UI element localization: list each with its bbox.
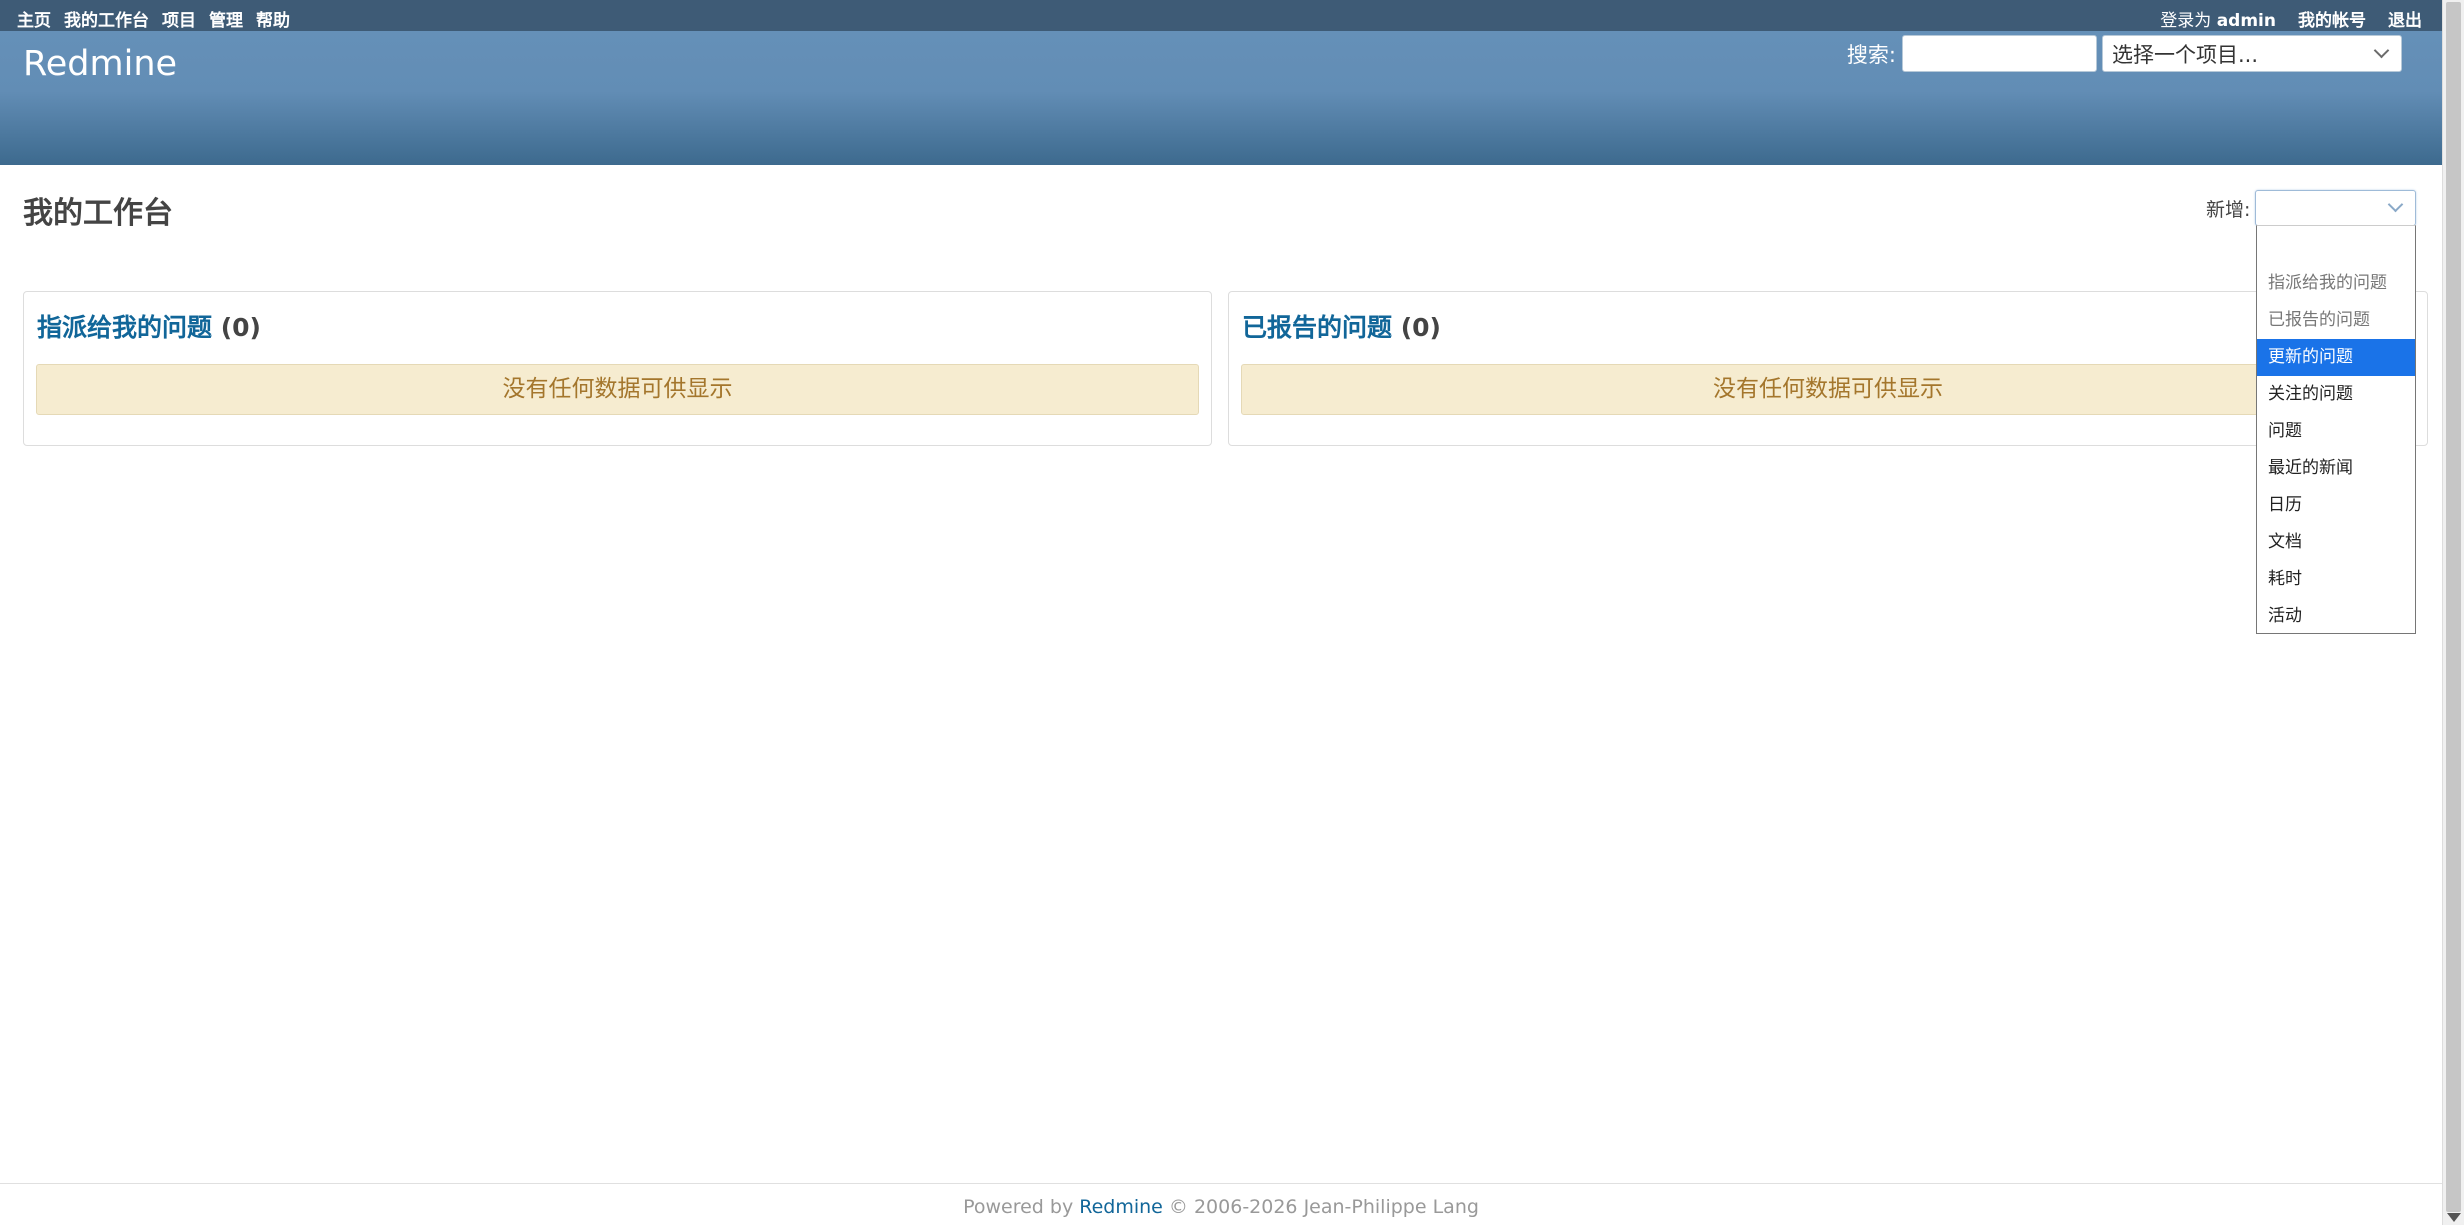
logout-link[interactable]: 退出 (2388, 6, 2422, 31)
dropdown-option-blank[interactable] (2257, 228, 2415, 265)
logged-as: 登录为 admin (2160, 6, 2276, 31)
add-block: 新增: (2206, 190, 2417, 226)
dropdown-option-issues-watched[interactable]: 关注的问题 (2257, 376, 2415, 413)
chevron-down-icon (2373, 42, 2390, 59)
footer-redmine-link[interactable]: Redmine (1079, 1196, 1163, 1218)
add-block-select[interactable] (2255, 190, 2417, 226)
dropdown-option-issues-reported: 已报告的问题 (2268, 310, 2370, 330)
box-title: 已报告的问题 (0) (1242, 308, 1441, 344)
add-block-dropdown-list: 指派给我的问题 已报告的问题 更新的问题 关注的问题 问题 最近的新闻 日历 文… (2256, 225, 2416, 634)
dropdown-option-timelog[interactable]: 耗时 (2257, 561, 2415, 598)
dropdown-option-activity[interactable]: 活动 (2257, 598, 2415, 635)
top-menu-my-page[interactable]: 我的工作台 (64, 6, 149, 31)
logged-as-label: 登录为 (2160, 11, 2212, 31)
dropdown-option-issues-assigned: 指派给我的问题 (2268, 273, 2387, 293)
top-menu: 主页 我的工作台 项目 管理 帮助 登录为 admin 我的帐号 退出 (0, 0, 2442, 31)
issues-assigned-box: 指派给我的问题 (0) 没有任何数据可供显示 (23, 291, 1212, 446)
top-menu-projects[interactable]: 项目 (162, 6, 196, 31)
issues-assigned-link[interactable]: 指派给我的问题 (37, 313, 212, 342)
top-menu-home[interactable]: 主页 (17, 6, 51, 31)
top-menu-nav: 主页 我的工作台 项目 管理 帮助 (17, 6, 290, 31)
dropdown-option-documents[interactable]: 文档 (2257, 524, 2415, 561)
chevron-down-icon (2388, 196, 2404, 213)
issues-reported-link[interactable]: 已报告的问题 (1242, 313, 1392, 342)
vertical-scrollbar[interactable] (2442, 0, 2464, 1225)
issues-assigned-count: (0) (220, 313, 261, 342)
site-title[interactable]: Redmine (23, 44, 177, 84)
footer-prefix: Powered by (963, 1196, 1074, 1218)
dropdown-option-news[interactable]: 最近的新闻 (2257, 450, 2415, 487)
search-label: 搜索: (1846, 42, 1896, 67)
box-title: 指派给我的问题 (0) (37, 308, 261, 344)
project-jump-select[interactable]: 选择一个项目... (2102, 35, 2402, 72)
account-menu: 登录为 admin 我的帐号 退出 (2160, 6, 2422, 31)
scroll-down-arrow-icon[interactable] (2447, 1213, 2461, 1222)
project-jump-label: 选择一个项目... (2112, 42, 2259, 67)
add-block-label: 新增: (2206, 198, 2251, 221)
top-menu-administration[interactable]: 管理 (209, 6, 243, 31)
search-input[interactable] (1902, 35, 2097, 72)
scrollbar-thumb[interactable] (2446, 2, 2461, 1212)
dropdown-option-issues[interactable]: 问题 (2257, 413, 2415, 450)
issues-reported-box: 已报告的问题 (0) 没有任何数据可供显示 (1228, 291, 2428, 446)
nodata-message: 没有任何数据可供显示 (1241, 364, 2415, 415)
dropdown-option-issues-updated[interactable]: 更新的问题 (2257, 339, 2415, 376)
my-account-link[interactable]: 我的帐号 (2298, 6, 2366, 31)
quick-search: 搜索: 选择一个项目... (1847, 35, 2402, 72)
top-menu-help[interactable]: 帮助 (256, 6, 290, 31)
nodata-message: 没有任何数据可供显示 (36, 364, 1199, 415)
footer: Powered by Redmine © 2006-2026 Jean-Phil… (0, 1183, 2442, 1225)
dropdown-option-calendar[interactable]: 日历 (2257, 487, 2415, 524)
issues-reported-count: (0) (1400, 313, 1441, 342)
header: Redmine 搜索: 选择一个项目... (0, 31, 2442, 165)
footer-copyright: © 2006-2026 Jean-Philippe Lang (1168, 1196, 1479, 1218)
page-title: 我的工作台 (23, 196, 173, 231)
logged-user-link[interactable]: admin (2217, 11, 2276, 31)
